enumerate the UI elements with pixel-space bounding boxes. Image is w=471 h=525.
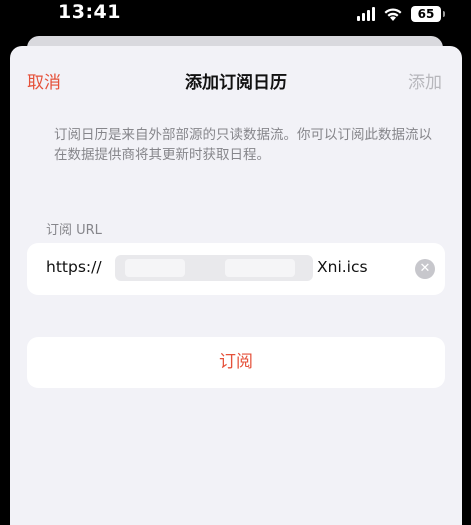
url-input[interactable]: https:// Xni.ics ✕	[27, 243, 445, 295]
nav-bar: 取消 添加订阅日历 添加	[10, 46, 462, 112]
clear-icon[interactable]: ✕	[415, 259, 435, 279]
add-subscription-sheet: 取消 添加订阅日历 添加 订阅日历是来自外部部源的只读数据流。你可以订阅此数据流…	[10, 46, 462, 525]
url-section-label: 订阅 URL	[46, 223, 102, 238]
url-redacted-part	[115, 255, 313, 281]
url-input-prefix: https://	[46, 258, 102, 276]
status-bar: 13:41 65	[0, 0, 471, 30]
screen: 13:41 65 取消 添加订阅日历 添加 订阅日历是来自外部部源的只读数据流。…	[0, 0, 471, 525]
battery-icon: 65	[411, 6, 445, 22]
description-text: 订阅日历是来自外部部源的只读数据流。你可以订阅此数据流以在数据提供商将其更新时获…	[54, 127, 432, 163]
add-button[interactable]: 添加	[408, 68, 442, 93]
wifi-icon	[384, 8, 402, 21]
status-icons: 65	[357, 4, 445, 24]
subscribe-button[interactable]: 订阅	[27, 337, 445, 388]
url-input-suffix: Xni.ics	[317, 258, 368, 276]
status-time: 13:41	[58, 1, 121, 23]
page-title: 添加订阅日历	[185, 73, 287, 93]
signal-icon	[357, 7, 375, 21]
